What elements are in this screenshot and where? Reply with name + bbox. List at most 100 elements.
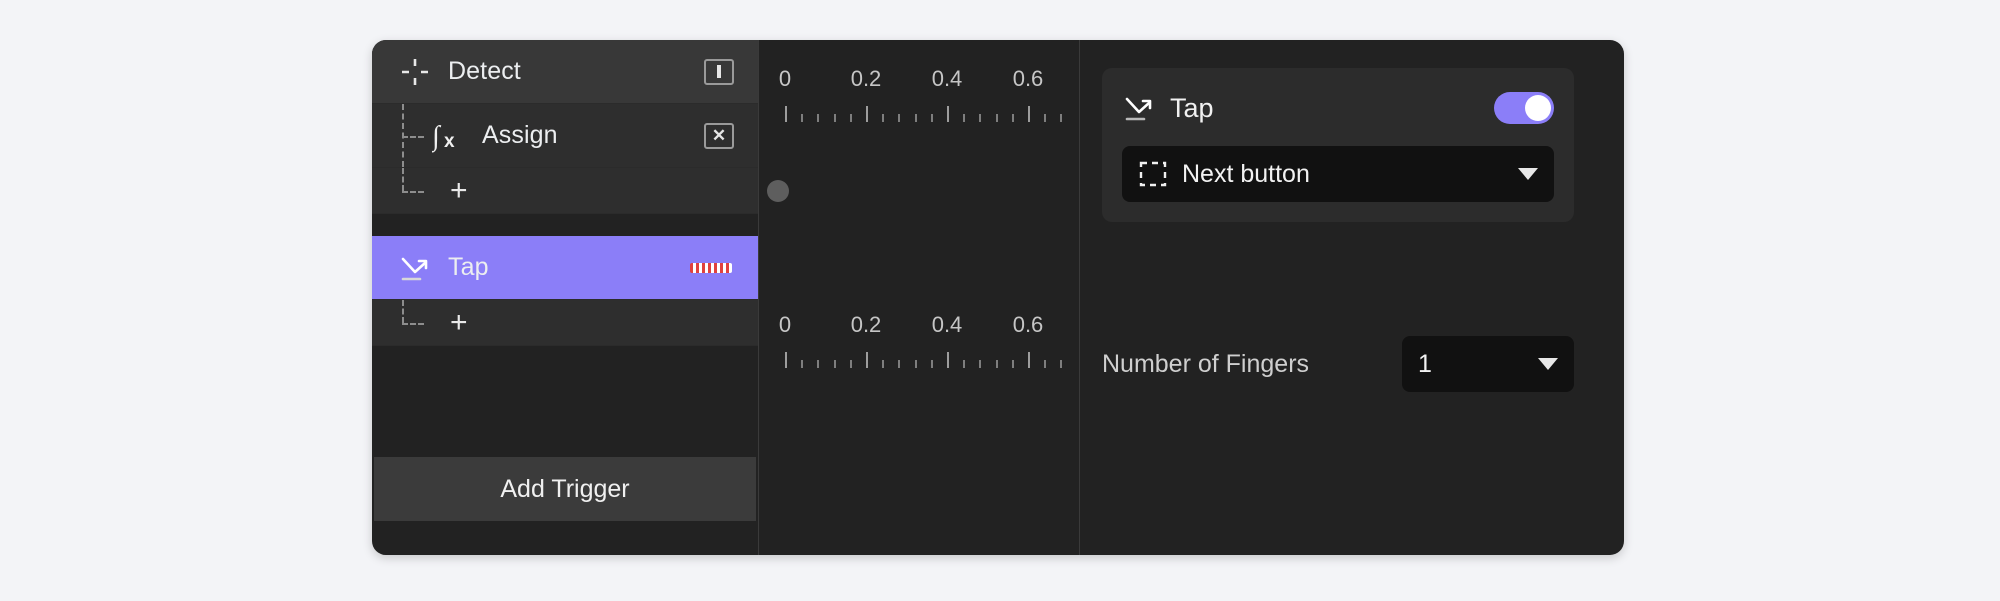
tree-branch-line xyxy=(402,322,424,325)
tree-branch-line xyxy=(402,190,424,193)
chevron-down-icon xyxy=(1538,358,1558,370)
toggle-knob xyxy=(1525,95,1551,121)
ruler-minor-tick xyxy=(1011,360,1014,368)
badge-bar-glyph xyxy=(717,65,721,78)
tree-vertical-line xyxy=(402,168,404,191)
ruler-minor-tick xyxy=(1011,114,1014,122)
marker-bar-badge[interactable] xyxy=(704,58,734,85)
crosshair-icon xyxy=(398,55,432,89)
track-row-add-child-2[interactable]: + xyxy=(372,300,758,346)
striped-chip[interactable] xyxy=(690,262,732,273)
ruler-minor-tick xyxy=(833,114,836,122)
trigger-editor-panel: Detect ∫ x Assign ✕ + Tap + Add Trigger … xyxy=(372,40,1624,555)
ruler-tick-label: 0 xyxy=(778,312,792,337)
plus-icon: + xyxy=(450,173,468,207)
ruler-tick-label: 0 xyxy=(778,66,792,91)
tap-card-header: Tap xyxy=(1122,86,1554,130)
ruler-major-tick xyxy=(1028,352,1030,368)
track-label-assign: Assign xyxy=(482,121,558,149)
ruler-top[interactable]: 0 0.2 0.4 0.6 xyxy=(773,66,1073,122)
close-x-badge[interactable]: ✕ xyxy=(704,122,734,149)
ruler-major-tick xyxy=(866,106,868,122)
svg-text:x: x xyxy=(444,131,455,152)
ruler-minor-tick xyxy=(849,360,852,368)
track-label-tap: Tap xyxy=(448,253,489,281)
ruler-minor-tick xyxy=(1060,360,1063,368)
ruler-minor-tick xyxy=(817,360,820,368)
tree-connector-add-1 xyxy=(398,168,432,213)
ruler-tick-label: 0.2 xyxy=(850,66,882,91)
ruler-minor-tick xyxy=(898,114,901,122)
plus-icon: + xyxy=(450,305,468,339)
ruler-major-tick xyxy=(866,352,868,368)
ruler-minor-tick xyxy=(995,360,998,368)
number-of-fingers-value: 1 xyxy=(1418,349,1432,378)
ruler-tick-label: 0.2 xyxy=(850,312,882,337)
add-trigger-button[interactable]: Add Trigger xyxy=(374,457,756,521)
ruler-minor-tick xyxy=(801,360,804,368)
ruler-tick-label: 0.4 xyxy=(931,66,963,91)
track-row-detect[interactable]: Detect xyxy=(372,40,758,104)
ruler-top-ticks xyxy=(773,102,1073,122)
tree-connector-add-2 xyxy=(398,300,432,345)
track-row-add-child-1[interactable]: + xyxy=(372,168,758,214)
ruler-minor-tick xyxy=(882,360,885,368)
tap-enabled-toggle[interactable] xyxy=(1494,92,1554,124)
ruler-minor-tick xyxy=(817,114,820,122)
ruler-minor-tick xyxy=(914,360,917,368)
ruler-tick-label: 0.6 xyxy=(1012,312,1044,337)
ruler-bottom-ticks xyxy=(773,348,1073,368)
add-trigger-label: Add Trigger xyxy=(500,474,630,503)
function-fx-icon: ∫ x xyxy=(432,119,466,153)
dashed-selection-icon xyxy=(1138,159,1168,189)
panel-columns: Detect ∫ x Assign ✕ + Tap + Add Trigger … xyxy=(372,40,1624,555)
tap-card-title: Tap xyxy=(1170,92,1214,123)
number-of-fingers-select[interactable]: 1 xyxy=(1402,336,1574,392)
tap-arrow-icon xyxy=(398,251,432,285)
screenshot-root: Detect ∫ x Assign ✕ + Tap + Add Trigger … xyxy=(0,0,2000,601)
track-row-assign[interactable]: ∫ x Assign ✕ xyxy=(372,104,758,168)
ruler-top-labels: 0 0.2 0.4 0.6 xyxy=(773,66,1073,96)
ruler-tick-label: 0.4 xyxy=(931,312,963,337)
ruler-major-tick xyxy=(1028,106,1030,122)
ruler-minor-tick xyxy=(963,114,966,122)
timeline-column[interactable]: 0 0.2 0.4 0.6 0 0.2 0.4 0.6 xyxy=(758,40,1080,555)
svg-text:∫: ∫ xyxy=(432,121,442,153)
ruler-major-tick xyxy=(947,352,949,368)
ruler-major-tick xyxy=(785,106,787,122)
ruler-minor-tick xyxy=(882,114,885,122)
ruler-minor-tick xyxy=(898,360,901,368)
tree-connector-assign xyxy=(398,104,432,167)
keyframe-marker[interactable] xyxy=(767,180,789,202)
ruler-minor-tick xyxy=(1060,114,1063,122)
tap-property-card: Tap Next button xyxy=(1102,68,1574,222)
ruler-minor-tick xyxy=(930,360,933,368)
number-of-fingers-row: Number of Fingers 1 xyxy=(1102,336,1574,392)
track-row-tap[interactable]: Tap xyxy=(372,236,758,300)
number-of-fingers-label: Number of Fingers xyxy=(1102,349,1310,378)
track-label-detect: Detect xyxy=(448,57,521,85)
tap-target-select[interactable]: Next button xyxy=(1122,146,1554,202)
ruler-minor-tick xyxy=(914,114,917,122)
tap-arrow-icon xyxy=(1122,91,1156,125)
track-list-column: Detect ∫ x Assign ✕ + Tap + Add Trigger xyxy=(372,40,758,555)
ruler-major-tick xyxy=(947,106,949,122)
ruler-minor-tick xyxy=(1044,360,1047,368)
tree-branch-line xyxy=(402,135,424,138)
tap-target-value: Next button xyxy=(1182,159,1310,188)
ruler-minor-tick xyxy=(849,114,852,122)
ruler-minor-tick xyxy=(995,114,998,122)
properties-column: Tap Next button Number of Fingers 1 xyxy=(1080,40,1624,555)
track-group-spacer xyxy=(372,214,758,236)
ruler-bottom-labels: 0 0.2 0.4 0.6 xyxy=(773,312,1073,342)
badge-x-glyph: ✕ xyxy=(711,126,727,145)
ruler-major-tick xyxy=(785,352,787,368)
ruler-minor-tick xyxy=(930,114,933,122)
ruler-minor-tick xyxy=(1044,114,1047,122)
ruler-bottom[interactable]: 0 0.2 0.4 0.6 xyxy=(773,312,1073,368)
ruler-minor-tick xyxy=(979,360,982,368)
ruler-minor-tick xyxy=(833,360,836,368)
ruler-tick-label: 0.6 xyxy=(1012,66,1044,91)
ruler-minor-tick xyxy=(963,360,966,368)
chevron-down-icon xyxy=(1518,168,1538,180)
